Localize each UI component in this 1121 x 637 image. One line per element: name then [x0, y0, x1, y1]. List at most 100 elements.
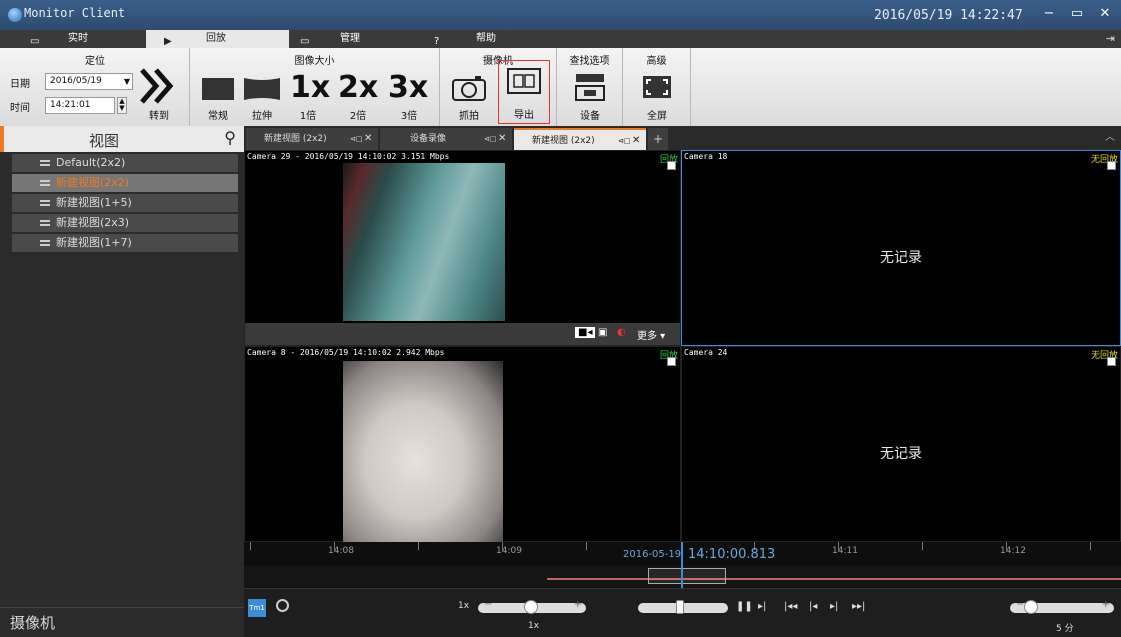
timeline-selection[interactable]	[648, 568, 726, 584]
close-button[interactable]: ✕	[1092, 4, 1118, 24]
step-forward-icon[interactable]: ▸|	[758, 601, 766, 612]
grid-icon	[40, 180, 50, 186]
views-title: 视图	[88, 132, 119, 150]
film-export-icon	[507, 68, 541, 94]
zoom-2x-icon: 2x	[338, 70, 379, 105]
cameras-section-header[interactable]: 摄像机	[0, 607, 244, 637]
stretch-button[interactable]: 拉伸	[242, 68, 282, 124]
video-cell-camera-29[interactable]: Camera 29 - 2016/05/19 14:10:02 3.151 Mb…	[244, 150, 681, 346]
playback-timeline[interactable]: 14:08 14:09 14:11 14:12 2016-05-19 14:10…	[244, 542, 1121, 588]
ribbon-toolbar: 定位 日期 2016/05/19 ▼ 时间 14:21:01 ▲ ▼ 转到 图像大…	[0, 48, 1121, 126]
zoom-range-slider[interactable]: − +	[1010, 599, 1114, 614]
tab-device-recording[interactable]: 设备录像 ⊲□ ✕	[380, 128, 512, 150]
skip-to-start-icon[interactable]: |◂◂	[784, 601, 797, 612]
zoom-2x-button[interactable]: 2x 2倍	[334, 68, 382, 124]
close-tab-icon[interactable]: ✕	[632, 130, 640, 152]
zoom-1x-button[interactable]: 1x 1倍	[286, 68, 330, 124]
range-value: 5 分	[1056, 624, 1074, 634]
skip-to-end-icon[interactable]: ▸▸|	[852, 601, 865, 612]
video-overlay-toolbar: ■◂ ▣ ◐ 更多 ▾	[245, 323, 680, 345]
add-tab-button[interactable]: +	[648, 128, 668, 150]
normal-size-button[interactable]: 常规	[198, 68, 238, 124]
close-tab-icon[interactable]: ✕	[364, 128, 372, 150]
device-recorder-icon	[575, 74, 605, 101]
window-title: Monitor Client	[24, 6, 126, 20]
cell-select-checkbox[interactable]	[667, 357, 676, 366]
camera-icon	[452, 76, 486, 101]
mute-icon[interactable]: ◐	[617, 327, 626, 338]
stretch-icon	[244, 78, 280, 100]
clock-icon[interactable]	[276, 599, 289, 612]
time-spinner[interactable]: ▲ ▼	[117, 97, 127, 114]
normal-size-icon	[202, 78, 234, 100]
speed-slider-knob[interactable]	[524, 600, 538, 614]
step-back-icon[interactable]: |◂	[809, 601, 817, 612]
views-panel: 视图 ⚲ Default(2x2) 新建视图(2x2) 新建视图(1+5) 新建…	[0, 126, 244, 637]
zoom-3x-button[interactable]: 3x 3倍	[384, 68, 434, 124]
chevron-down-icon[interactable]: ▼	[124, 74, 130, 89]
close-tab-icon[interactable]: ✕	[498, 128, 506, 150]
current-date: 2016-05-19	[623, 549, 682, 560]
device-button[interactable]: 设备	[565, 68, 615, 124]
double-chevron-right-icon	[140, 68, 174, 104]
view-item-default-2x2[interactable]: Default(2x2)	[12, 154, 238, 172]
time-mode-button[interactable]: Tm1	[248, 599, 266, 617]
speed-label: 1x	[458, 601, 470, 611]
pin-icon: ⊲□	[618, 137, 631, 145]
pin-icon: ⊲□	[484, 135, 497, 143]
title-bar: Monitor Client 2016/05/19 14:22:47 − ▭ ✕	[0, 0, 1121, 30]
system-clock: 2016/05/19 14:22:47	[874, 8, 1023, 23]
tab-manage[interactable]: ▭ 管理	[290, 30, 425, 48]
zoom-range-knob[interactable]	[1024, 600, 1038, 614]
maximize-button[interactable]: ▭	[1064, 4, 1090, 24]
date-picker[interactable]: 2016/05/19 ▼	[45, 73, 133, 90]
no-record-text: 无记录	[880, 250, 922, 266]
export-button[interactable]: 导出	[498, 60, 550, 124]
pause-button[interactable]: ❚❚	[736, 601, 753, 612]
recording-segment	[547, 578, 1121, 580]
view-item-new-1-7[interactable]: 新建视图(1+7)	[12, 234, 238, 252]
collapse-ribbon-icon[interactable]: ︿	[1105, 128, 1115, 143]
tab-view-new-2x2-b[interactable]: 新建视图 (2x2) ⊲□ ✕	[514, 128, 646, 150]
tab-view-new-2x2-a[interactable]: 新建视图 (2x2) ⊲□ ✕	[246, 128, 378, 150]
cell-select-checkbox[interactable]	[1107, 357, 1116, 366]
video-grid: Camera 29 - 2016/05/19 14:10:02 3.151 Mb…	[244, 150, 1121, 543]
playhead[interactable]	[681, 542, 683, 588]
video-frame	[343, 163, 505, 321]
minimize-button[interactable]: −	[1036, 4, 1062, 24]
video-cell-camera-8[interactable]: Camera 8 - 2016/05/19 14:10:02 2.942 Mbp…	[244, 346, 681, 543]
fullscreen-button[interactable]: 全屏	[632, 68, 682, 124]
video-cell-camera-24[interactable]: Camera 24 无回放 无记录	[681, 346, 1121, 542]
jog-slider-knob[interactable]	[676, 600, 684, 614]
more-menu-button[interactable]: 更多 ▾	[637, 327, 665, 342]
tab-help[interactable]: ? 帮助	[426, 30, 556, 48]
app-logo-icon	[8, 8, 22, 22]
jog-slider[interactable]	[638, 600, 728, 614]
cell-select-checkbox[interactable]	[667, 161, 676, 170]
speed-slider[interactable]: − +	[478, 599, 586, 614]
tab-playback[interactable]: ▶ 回放	[146, 30, 289, 48]
view-item-new-2x3[interactable]: 新建视图(2x3)	[12, 214, 238, 232]
cell-select-checkbox[interactable]	[1107, 161, 1116, 170]
view-tabs: 新建视图 (2x2) ⊲□ ✕ 设备录像 ⊲□ ✕ 新建视图 (2x2) ⊲□ …	[244, 126, 1121, 150]
snapshot-button[interactable]: 抓拍	[446, 68, 492, 124]
view-item-new-2x2[interactable]: 新建视图(2x2)	[12, 174, 238, 192]
view-item-new-1-5[interactable]: 新建视图(1+5)	[12, 194, 238, 212]
tab-live[interactable]: ▭ 实时	[0, 30, 145, 48]
search-icon[interactable]: ⚲	[224, 128, 236, 147]
video-cell-camera-18[interactable]: Camera 18 无回放 无记录	[681, 150, 1121, 346]
search-options-group: 查找选项 设备	[557, 48, 623, 126]
record-icon[interactable]: ■◂	[575, 327, 596, 338]
grid-icon	[40, 160, 50, 166]
current-time: 14:10:00.813	[688, 547, 776, 562]
snapshot-icon[interactable]: ▣	[598, 327, 607, 338]
app-window: Monitor Client 2016/05/19 14:22:47 − ▭ ✕…	[0, 0, 1121, 637]
next-frame-icon[interactable]: ▸|	[830, 601, 838, 612]
tick-label: 14:08	[328, 546, 354, 556]
fullscreen-icon	[643, 76, 671, 98]
logout-icon[interactable]: ⇥	[1106, 32, 1115, 45]
zoom-1x-icon: 1x	[290, 70, 331, 105]
pin-icon: ⊲□	[350, 135, 363, 143]
time-field[interactable]: 14:21:01	[45, 97, 115, 114]
goto-button[interactable]: 转到	[134, 62, 184, 124]
